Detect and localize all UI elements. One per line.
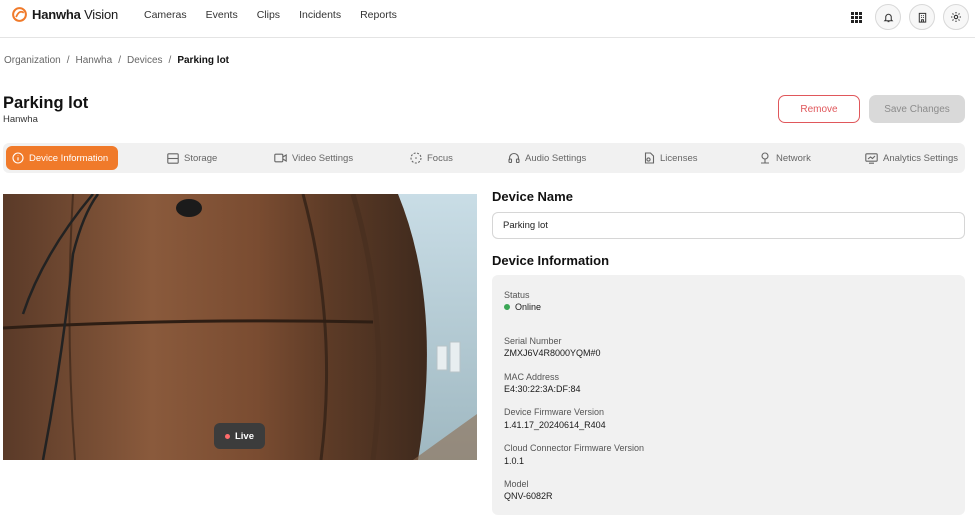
nav-reports[interactable]: Reports <box>360 9 397 21</box>
live-label: Live <box>234 430 254 442</box>
breadcrumb-organization[interactable]: Organization <box>4 55 61 66</box>
serial-number-value: ZMXJ6V4R8000YQM#0 <box>504 348 601 358</box>
status-online-dot <box>504 304 510 310</box>
tab-label: Audio Settings <box>525 152 587 164</box>
tab-label: Device Information <box>29 152 109 164</box>
settings-button[interactable] <box>943 4 969 30</box>
device-name-heading: Device Name <box>492 189 573 204</box>
tab-device-information[interactable]: Device Information <box>6 146 118 170</box>
info-icon <box>12 152 24 164</box>
tab-label: Storage <box>184 152 218 164</box>
firmware-version-label: Device Firmware Version <box>504 407 605 417</box>
notifications-button[interactable] <box>875 4 901 30</box>
tab-network[interactable]: Network <box>753 146 817 170</box>
tab-storage[interactable]: Storage <box>161 146 223 170</box>
breadcrumb: Organization / Hanwha / Devices / Parkin… <box>4 55 229 66</box>
cloud-connector-version-value: 1.0.1 <box>504 456 525 466</box>
cloud-connector-version-label: Cloud Connector Firmware Version <box>504 443 645 453</box>
status-label: Status <box>504 290 530 300</box>
top-icon-group <box>845 4 969 30</box>
tab-label: Video Settings <box>292 152 354 164</box>
page-subtitle: Hanwha <box>3 114 38 125</box>
breadcrumb-separator: / <box>118 55 121 66</box>
bell-icon <box>883 13 893 22</box>
tab-video-settings[interactable]: Video Settings <box>268 146 359 170</box>
breadcrumb-current: Parking lot <box>177 55 230 66</box>
building-icon <box>918 12 926 23</box>
save-changes-button[interactable]: Save Changes <box>869 95 965 123</box>
device-information-heading: Device Information <box>492 253 610 268</box>
apps-grid-icon[interactable] <box>845 6 867 28</box>
analytics-icon <box>865 152 878 164</box>
settings-tabs: Device Information Storage Video Setting… <box>3 143 965 173</box>
model-label: Model <box>504 479 529 489</box>
tab-analytics-settings[interactable]: Analytics Settings <box>859 146 964 170</box>
breadcrumb-separator: / <box>168 55 172 66</box>
serial-number-label: Serial Number <box>504 336 562 346</box>
top-navigation-bar: Hanwha Vision Cameras Events Clips Incid… <box>0 0 975 38</box>
tab-licenses[interactable]: Licenses <box>638 146 704 170</box>
mac-address-label: MAC Address <box>504 372 560 382</box>
tab-label: Focus <box>427 152 453 164</box>
license-icon <box>644 152 655 164</box>
breadcrumb-devices[interactable]: Devices <box>127 55 163 66</box>
network-icon <box>761 152 769 164</box>
headphones-icon <box>508 152 520 164</box>
status-value: Online <box>504 302 541 312</box>
organization-button[interactable] <box>909 4 935 30</box>
focus-icon <box>410 152 422 164</box>
video-icon <box>274 153 287 163</box>
breadcrumb-separator: / <box>66 55 70 66</box>
tab-label: Licenses <box>660 152 698 164</box>
model-value: QNV-6082R <box>504 491 553 501</box>
nav-clips[interactable]: Clips <box>257 9 280 21</box>
gear-icon <box>951 12 961 22</box>
live-indicator-dot <box>224 433 230 439</box>
camera-live-preview[interactable] <box>3 194 477 460</box>
device-information-card: Status Online Serial Number ZMXJ6V4R8000… <box>492 275 965 515</box>
nav-events[interactable]: Events <box>206 9 238 21</box>
mac-address-value: E4:30:22:3A:DF:84 <box>504 384 581 394</box>
storage-icon <box>167 152 179 164</box>
main-nav: Cameras Events Clips Incidents Reports <box>144 9 416 21</box>
brand-logo[interactable]: Hanwha Vision <box>11 6 118 23</box>
firmware-version-value: 1.41.17_20240614_R404 <box>504 420 606 430</box>
page-title: Parking lot <box>3 94 89 112</box>
remove-button[interactable]: Remove <box>778 95 860 123</box>
device-name-input[interactable] <box>492 212 965 239</box>
live-badge: Live <box>214 423 265 449</box>
status-text: Online <box>515 302 542 312</box>
tab-audio-settings[interactable]: Audio Settings <box>502 146 592 170</box>
nav-incidents[interactable]: Incidents <box>299 9 341 21</box>
breadcrumb-hanwha[interactable]: Hanwha <box>75 55 112 66</box>
tab-label: Analytics Settings <box>883 152 958 164</box>
tab-label: Network <box>776 152 811 164</box>
tab-focus[interactable]: Focus <box>404 146 459 170</box>
hanwha-logo-icon <box>12 7 27 22</box>
brand-name: Hanwha Vision <box>32 7 119 22</box>
camera-frame-image <box>3 194 477 460</box>
nav-cameras[interactable]: Cameras <box>144 9 187 21</box>
